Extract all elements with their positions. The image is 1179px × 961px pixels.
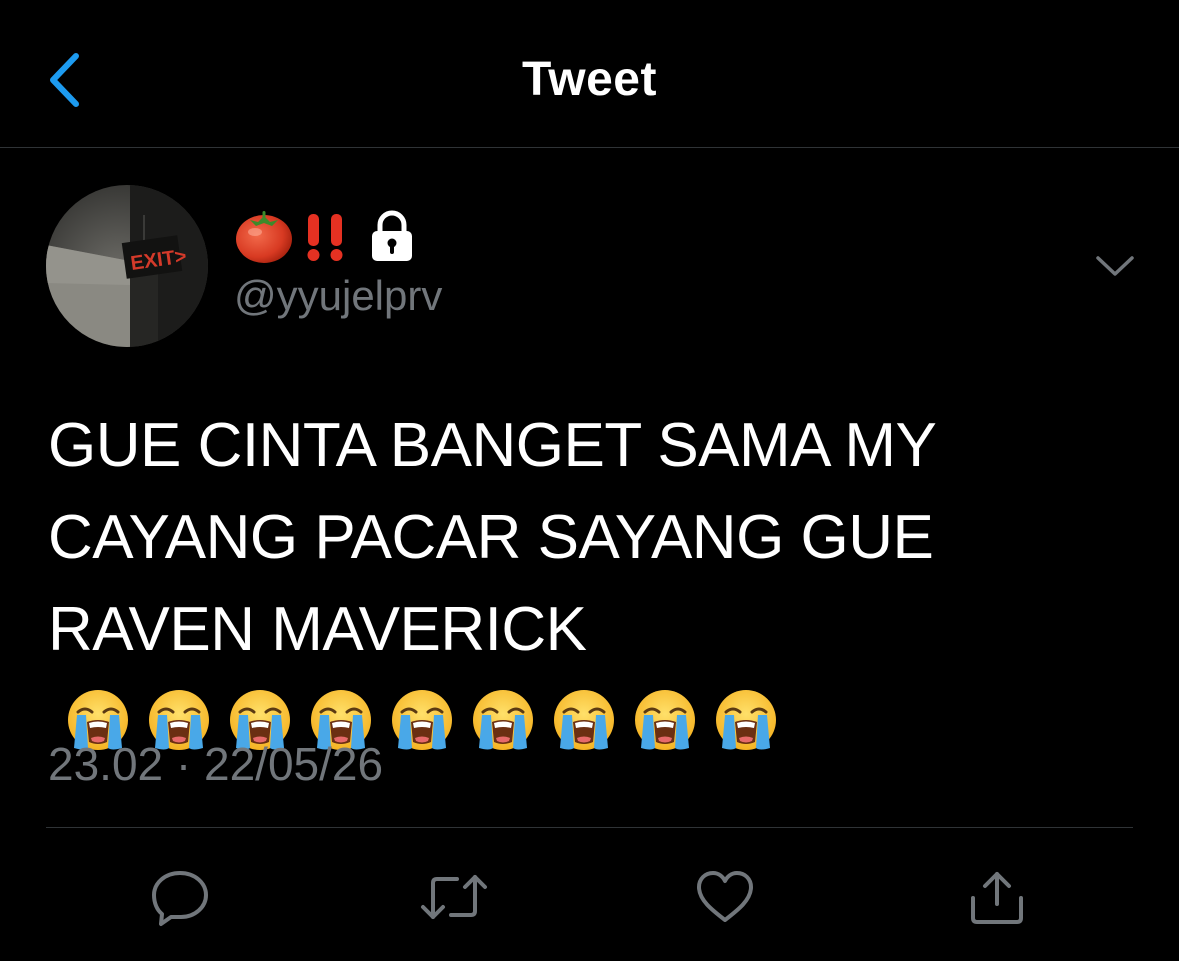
reply-icon [152,871,208,926]
like-button[interactable] [690,862,760,932]
lock-icon [372,210,412,261]
retweet-button[interactable] [419,862,489,932]
double-exclamation-emoji [307,214,343,261]
loudly-crying-face-emoji [554,689,614,750]
loudly-crying-face-emoji [473,689,533,750]
tweet-body: GUE CINTA BANGET SAMA MY CAYANG PACAR SA… [48,411,936,664]
reply-button[interactable] [145,862,215,932]
more-options-button[interactable] [1090,246,1140,286]
avatar[interactable]: EXIT> [46,185,208,347]
tweet-timestamp[interactable]: 23.02 · 22/05/26 [48,737,383,791]
user-handle[interactable]: @yyujelprv [234,272,442,320]
loudly-crying-face-emoji [716,689,776,750]
tweet-text: GUE CINTA BANGET SAMA MY CAYANG PACAR SA… [48,400,1148,768]
retweet-icon [421,875,487,919]
share-button[interactable] [962,862,1032,932]
loudly-crying-face-emoji [392,689,452,750]
display-name[interactable] [234,205,420,267]
divider [46,827,1133,828]
like-icon [697,871,753,922]
tomato-emoji [236,211,292,263]
loudly-crying-face-emoji [635,689,695,750]
share-icon [971,872,1023,924]
chevron-down-icon [1096,256,1134,276]
page-title: Tweet [522,53,657,106]
top-navigation-bar: Tweet [0,0,1179,148]
